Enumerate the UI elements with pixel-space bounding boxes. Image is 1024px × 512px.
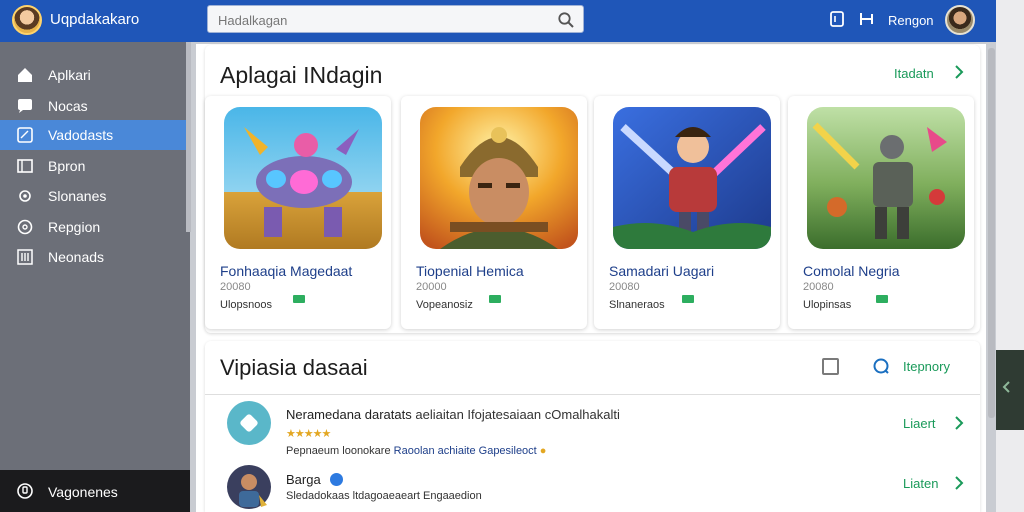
app-name: Samadari Uagari (609, 263, 715, 279)
app-subtitle: Vopeanosiz (416, 299, 473, 311)
app-card[interactable]: Fonhaaqia Magedaat 20080 Ulopsnoos (205, 96, 391, 329)
window-icon (17, 159, 33, 173)
user-switch-icon[interactable] (858, 10, 878, 28)
app-name: Tiopenial Hemica (416, 263, 524, 279)
app-count: 20000 (416, 281, 447, 293)
list-icon (17, 249, 33, 265)
app-thumbnail (420, 107, 578, 249)
sidebar-item-label: Repgion (48, 219, 101, 235)
app-subtitle: Ulopsnoos (220, 299, 272, 311)
sidebar-scrollbar[interactable] (186, 42, 191, 232)
status-badge (293, 295, 305, 303)
user-name[interactable]: Rengon (888, 13, 934, 28)
sidebar-item-home[interactable]: Aplkari (0, 60, 186, 90)
main-scrollbar[interactable] (988, 48, 995, 418)
section-divider (205, 394, 980, 395)
list-item-title: Barga (286, 472, 344, 487)
bookmark-icon[interactable] (829, 10, 845, 28)
app-subtitle: Ulopinsas (803, 299, 852, 311)
grid-icon (17, 127, 33, 143)
sidebar-item-messages[interactable]: Nocas (0, 91, 186, 121)
sidebar-footer-item[interactable]: Vagonenes (0, 470, 190, 512)
list-item-description: Pepnaeum loonokare Raoolan achiaite Gape… (286, 445, 546, 457)
list-item-avatar (227, 465, 271, 509)
featured-section-title: Aplagai INdagin (220, 62, 383, 88)
list-item-description: Sledadokaas ltdagoaeaeart Engaaedion (286, 490, 482, 502)
list-item-title-main: Barga (286, 472, 321, 487)
chevron-left-icon[interactable] (1000, 380, 1014, 394)
chevron-right-icon[interactable] (953, 64, 965, 80)
app-card[interactable]: Samadari Uagari 20080 Slnaneraos (594, 96, 780, 329)
app-name: Comolal Negria (803, 263, 900, 279)
list-item-title-main: Neramedana daratats (286, 407, 412, 422)
list-item-title: Neramedana daratats aeliaitan Ifojatesai… (286, 407, 620, 422)
sidebar-item-label: Nocas (48, 98, 88, 114)
search-icon[interactable] (557, 11, 575, 29)
power-icon (17, 483, 33, 499)
list-item-action[interactable]: Liaert (903, 416, 936, 431)
app-count: 20080 (609, 281, 640, 293)
sidebar-item-label: Bpron (48, 158, 86, 174)
app-count: 20080 (803, 281, 834, 293)
app-thumbnail (224, 107, 382, 249)
updates-section-title: Vipiasia dasaai (220, 355, 368, 380)
status-badge (682, 295, 694, 303)
verified-icon (330, 473, 344, 486)
help-icon (17, 219, 33, 235)
app-thumbnail (613, 107, 771, 249)
sidebar-item-label: Vadodasts (48, 127, 114, 143)
sidebar-item-help[interactable]: Repgion (0, 212, 186, 242)
rating-stars: ★★★★★ (286, 428, 331, 440)
list-item-action[interactable]: Liaten (903, 476, 938, 491)
filter-link[interactable]: Itepnory (903, 359, 950, 374)
sidebar-item-settings[interactable]: Slonanes (0, 181, 186, 211)
sidebar-item-list[interactable]: Neonads (0, 242, 186, 272)
app-thumbnail (807, 107, 965, 249)
sidebar-item-label: Aplkari (48, 67, 91, 83)
sidebar-item-label: Slonanes (48, 188, 107, 204)
status-badge (489, 295, 501, 303)
list-item-desc-main: Pepnaeum loonokare (286, 445, 391, 457)
app-title: Uqpdakakaro (50, 11, 140, 28)
list-item-title-tail: aeliaitan Ifojatesaiaan cOmalhakalti (415, 407, 620, 422)
sidebar-item-reports[interactable]: Bpron (0, 151, 186, 181)
search-input[interactable] (218, 11, 548, 29)
app-subtitle: Slnaneraos (609, 299, 665, 311)
right-gutter (996, 0, 1024, 512)
app-count: 20080 (220, 281, 251, 293)
list-item-avatar (227, 401, 271, 445)
home-icon (18, 68, 32, 82)
chevron-right-icon[interactable] (953, 475, 965, 491)
app-card[interactable]: Tiopenial Hemica 20000 Vopeanosiz (401, 96, 587, 329)
coin-icon: ● (539, 445, 547, 457)
user-avatar[interactable] (945, 5, 975, 35)
settings-icon (19, 190, 31, 202)
refresh-icon[interactable] (872, 357, 890, 375)
sidebar-footer-label: Vagonenes (48, 484, 118, 500)
sidebar-item-dashboard[interactable]: Vadodasts (0, 120, 186, 150)
chat-icon (18, 99, 32, 113)
sidebar-item-label: Neonads (48, 249, 105, 265)
see-all-link[interactable]: Itadatn (894, 66, 934, 81)
select-all-checkbox[interactable] (822, 358, 839, 375)
app-logo[interactable] (12, 5, 42, 35)
app-name: Fonhaaqia Magedaat (220, 263, 353, 279)
app-card[interactable]: Comolal Negria 20080 Ulopinsas (788, 96, 974, 329)
list-item-desc-highlight[interactable]: Raoolan achiaite Gapesileoct (394, 445, 537, 457)
status-badge (876, 295, 888, 303)
search-bar[interactable] (207, 5, 584, 33)
chevron-right-icon[interactable] (953, 415, 965, 431)
